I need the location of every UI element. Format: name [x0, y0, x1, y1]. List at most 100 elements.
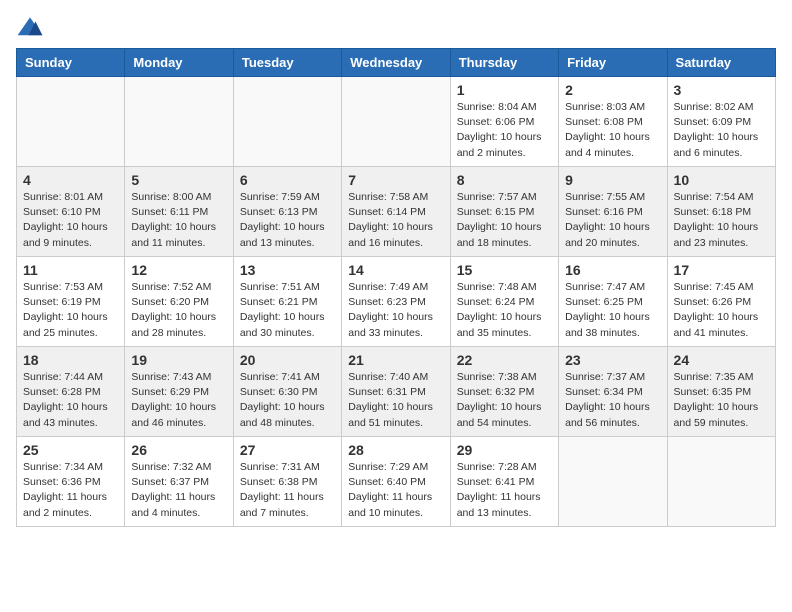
- calendar-day-cell: [559, 437, 667, 527]
- day-number: 13: [240, 262, 335, 278]
- day-info: Sunrise: 8:01 AM Sunset: 6:10 PM Dayligh…: [23, 190, 118, 251]
- calendar-week-row: 18 Sunrise: 7:44 AM Sunset: 6:28 PM Dayli…: [17, 347, 776, 437]
- day-number: 27: [240, 442, 335, 458]
- day-info: Sunrise: 7:35 AM Sunset: 6:35 PM Dayligh…: [674, 370, 769, 431]
- day-number: 8: [457, 172, 552, 188]
- day-info: Sunrise: 7:44 AM Sunset: 6:28 PM Dayligh…: [23, 370, 118, 431]
- day-number: 10: [674, 172, 769, 188]
- day-number: 9: [565, 172, 660, 188]
- day-number: 3: [674, 82, 769, 98]
- calendar-week-row: 11 Sunrise: 7:53 AM Sunset: 6:19 PM Dayli…: [17, 257, 776, 347]
- calendar-day-cell: 26Sunrise: 7:32 AM Sunset: 6:37 PM Dayli…: [125, 437, 233, 527]
- column-header-friday: Friday: [559, 49, 667, 77]
- calendar-day-cell: 8 Sunrise: 7:57 AM Sunset: 6:15 PM Daylig…: [450, 167, 558, 257]
- logo-icon: [16, 16, 44, 38]
- day-number: 20: [240, 352, 335, 368]
- column-header-sunday: Sunday: [17, 49, 125, 77]
- day-number: 4: [23, 172, 118, 188]
- day-number: 17: [674, 262, 769, 278]
- page-header: [16, 16, 776, 38]
- day-info: Sunrise: 7:55 AM Sunset: 6:16 PM Dayligh…: [565, 190, 660, 251]
- column-header-monday: Monday: [125, 49, 233, 77]
- calendar-day-cell: 5 Sunrise: 8:00 AM Sunset: 6:11 PM Daylig…: [125, 167, 233, 257]
- calendar-day-cell: 23Sunrise: 7:37 AM Sunset: 6:34 PM Dayli…: [559, 347, 667, 437]
- calendar-day-cell: 4 Sunrise: 8:01 AM Sunset: 6:10 PM Daylig…: [17, 167, 125, 257]
- calendar-day-cell: [125, 77, 233, 167]
- day-info: Sunrise: 8:00 AM Sunset: 6:11 PM Dayligh…: [131, 190, 226, 251]
- day-number: 2: [565, 82, 660, 98]
- day-number: 28: [348, 442, 443, 458]
- calendar-day-cell: 12 Sunrise: 7:52 AM Sunset: 6:20 PM Dayli…: [125, 257, 233, 347]
- day-number: 29: [457, 442, 552, 458]
- calendar-week-row: 4 Sunrise: 8:01 AM Sunset: 6:10 PM Daylig…: [17, 167, 776, 257]
- calendar-day-cell: 11 Sunrise: 7:53 AM Sunset: 6:19 PM Dayli…: [17, 257, 125, 347]
- calendar-day-cell: 28 Sunrise: 7:29 AM Sunset: 6:40 PM Dayli…: [342, 437, 450, 527]
- day-number: 21: [348, 352, 443, 368]
- calendar-day-cell: [667, 437, 775, 527]
- calendar-day-cell: 22 Sunrise: 7:38 AM Sunset: 6:32 PM Dayli…: [450, 347, 558, 437]
- day-number: 11: [23, 262, 118, 278]
- calendar-day-cell: [233, 77, 341, 167]
- day-info: Sunrise: 7:53 AM Sunset: 6:19 PM Dayligh…: [23, 280, 118, 341]
- day-info: Sunrise: 8:02 AM Sunset: 6:09 PM Dayligh…: [674, 100, 769, 161]
- calendar-day-cell: 29 Sunrise: 7:28 AM Sunset: 6:41 PM Dayli…: [450, 437, 558, 527]
- calendar-table: SundayMondayTuesdayWednesdayThursdayFrid…: [16, 48, 776, 527]
- calendar-day-cell: 19Sunrise: 7:43 AM Sunset: 6:29 PM Dayli…: [125, 347, 233, 437]
- calendar-day-cell: 15 Sunrise: 7:48 AM Sunset: 6:24 PM Dayli…: [450, 257, 558, 347]
- calendar-header-row: SundayMondayTuesdayWednesdayThursdayFrid…: [17, 49, 776, 77]
- day-info: Sunrise: 8:03 AM Sunset: 6:08 PM Dayligh…: [565, 100, 660, 161]
- day-info: Sunrise: 7:43 AM Sunset: 6:29 PM Dayligh…: [131, 370, 226, 431]
- day-info: Sunrise: 7:59 AM Sunset: 6:13 PM Dayligh…: [240, 190, 335, 251]
- day-info: Sunrise: 7:41 AM Sunset: 6:30 PM Dayligh…: [240, 370, 335, 431]
- calendar-day-cell: 6 Sunrise: 7:59 AM Sunset: 6:13 PM Daylig…: [233, 167, 341, 257]
- day-number: 18: [23, 352, 118, 368]
- calendar-day-cell: 10 Sunrise: 7:54 AM Sunset: 6:18 PM Dayli…: [667, 167, 775, 257]
- day-info: Sunrise: 7:54 AM Sunset: 6:18 PM Dayligh…: [674, 190, 769, 251]
- calendar-day-cell: [342, 77, 450, 167]
- day-number: 5: [131, 172, 226, 188]
- column-header-tuesday: Tuesday: [233, 49, 341, 77]
- column-header-thursday: Thursday: [450, 49, 558, 77]
- day-info: Sunrise: 7:32 AM Sunset: 6:37 PM Dayligh…: [131, 460, 226, 521]
- day-info: Sunrise: 7:40 AM Sunset: 6:31 PM Dayligh…: [348, 370, 443, 431]
- day-info: Sunrise: 7:52 AM Sunset: 6:20 PM Dayligh…: [131, 280, 226, 341]
- day-info: Sunrise: 7:57 AM Sunset: 6:15 PM Dayligh…: [457, 190, 552, 251]
- calendar-day-cell: 20 Sunrise: 7:41 AM Sunset: 6:30 PM Dayli…: [233, 347, 341, 437]
- calendar-week-row: 1 Sunrise: 8:04 AM Sunset: 6:06 PM Daylig…: [17, 77, 776, 167]
- calendar-day-cell: 18 Sunrise: 7:44 AM Sunset: 6:28 PM Dayli…: [17, 347, 125, 437]
- calendar-week-row: 25 Sunrise: 7:34 AM Sunset: 6:36 PM Dayli…: [17, 437, 776, 527]
- day-info: Sunrise: 7:48 AM Sunset: 6:24 PM Dayligh…: [457, 280, 552, 341]
- day-info: Sunrise: 7:34 AM Sunset: 6:36 PM Dayligh…: [23, 460, 118, 521]
- calendar-day-cell: 24Sunrise: 7:35 AM Sunset: 6:35 PM Dayli…: [667, 347, 775, 437]
- day-number: 22: [457, 352, 552, 368]
- day-info: Sunrise: 8:04 AM Sunset: 6:06 PM Dayligh…: [457, 100, 552, 161]
- calendar-day-cell: 27 Sunrise: 7:31 AM Sunset: 6:38 PM Dayli…: [233, 437, 341, 527]
- column-header-saturday: Saturday: [667, 49, 775, 77]
- day-number: 7: [348, 172, 443, 188]
- day-info: Sunrise: 7:58 AM Sunset: 6:14 PM Dayligh…: [348, 190, 443, 251]
- calendar-day-cell: 17Sunrise: 7:45 AM Sunset: 6:26 PM Dayli…: [667, 257, 775, 347]
- calendar-day-cell: 3 Sunrise: 8:02 AM Sunset: 6:09 PM Daylig…: [667, 77, 775, 167]
- day-info: Sunrise: 7:29 AM Sunset: 6:40 PM Dayligh…: [348, 460, 443, 521]
- calendar-day-cell: 2 Sunrise: 8:03 AM Sunset: 6:08 PM Daylig…: [559, 77, 667, 167]
- day-info: Sunrise: 7:28 AM Sunset: 6:41 PM Dayligh…: [457, 460, 552, 521]
- calendar-day-cell: 13 Sunrise: 7:51 AM Sunset: 6:21 PM Dayli…: [233, 257, 341, 347]
- day-number: 23: [565, 352, 660, 368]
- day-info: Sunrise: 7:49 AM Sunset: 6:23 PM Dayligh…: [348, 280, 443, 341]
- day-number: 15: [457, 262, 552, 278]
- day-number: 1: [457, 82, 552, 98]
- day-info: Sunrise: 7:31 AM Sunset: 6:38 PM Dayligh…: [240, 460, 335, 521]
- calendar-day-cell: 14Sunrise: 7:49 AM Sunset: 6:23 PM Dayli…: [342, 257, 450, 347]
- day-info: Sunrise: 7:47 AM Sunset: 6:25 PM Dayligh…: [565, 280, 660, 341]
- column-header-wednesday: Wednesday: [342, 49, 450, 77]
- calendar-day-cell: 1 Sunrise: 8:04 AM Sunset: 6:06 PM Daylig…: [450, 77, 558, 167]
- day-number: 25: [23, 442, 118, 458]
- calendar-day-cell: 16 Sunrise: 7:47 AM Sunset: 6:25 PM Dayli…: [559, 257, 667, 347]
- day-number: 6: [240, 172, 335, 188]
- calendar-day-cell: 21 Sunrise: 7:40 AM Sunset: 6:31 PM Dayli…: [342, 347, 450, 437]
- calendar-day-cell: 25 Sunrise: 7:34 AM Sunset: 6:36 PM Dayli…: [17, 437, 125, 527]
- day-info: Sunrise: 7:38 AM Sunset: 6:32 PM Dayligh…: [457, 370, 552, 431]
- day-number: 12: [131, 262, 226, 278]
- day-info: Sunrise: 7:51 AM Sunset: 6:21 PM Dayligh…: [240, 280, 335, 341]
- day-number: 16: [565, 262, 660, 278]
